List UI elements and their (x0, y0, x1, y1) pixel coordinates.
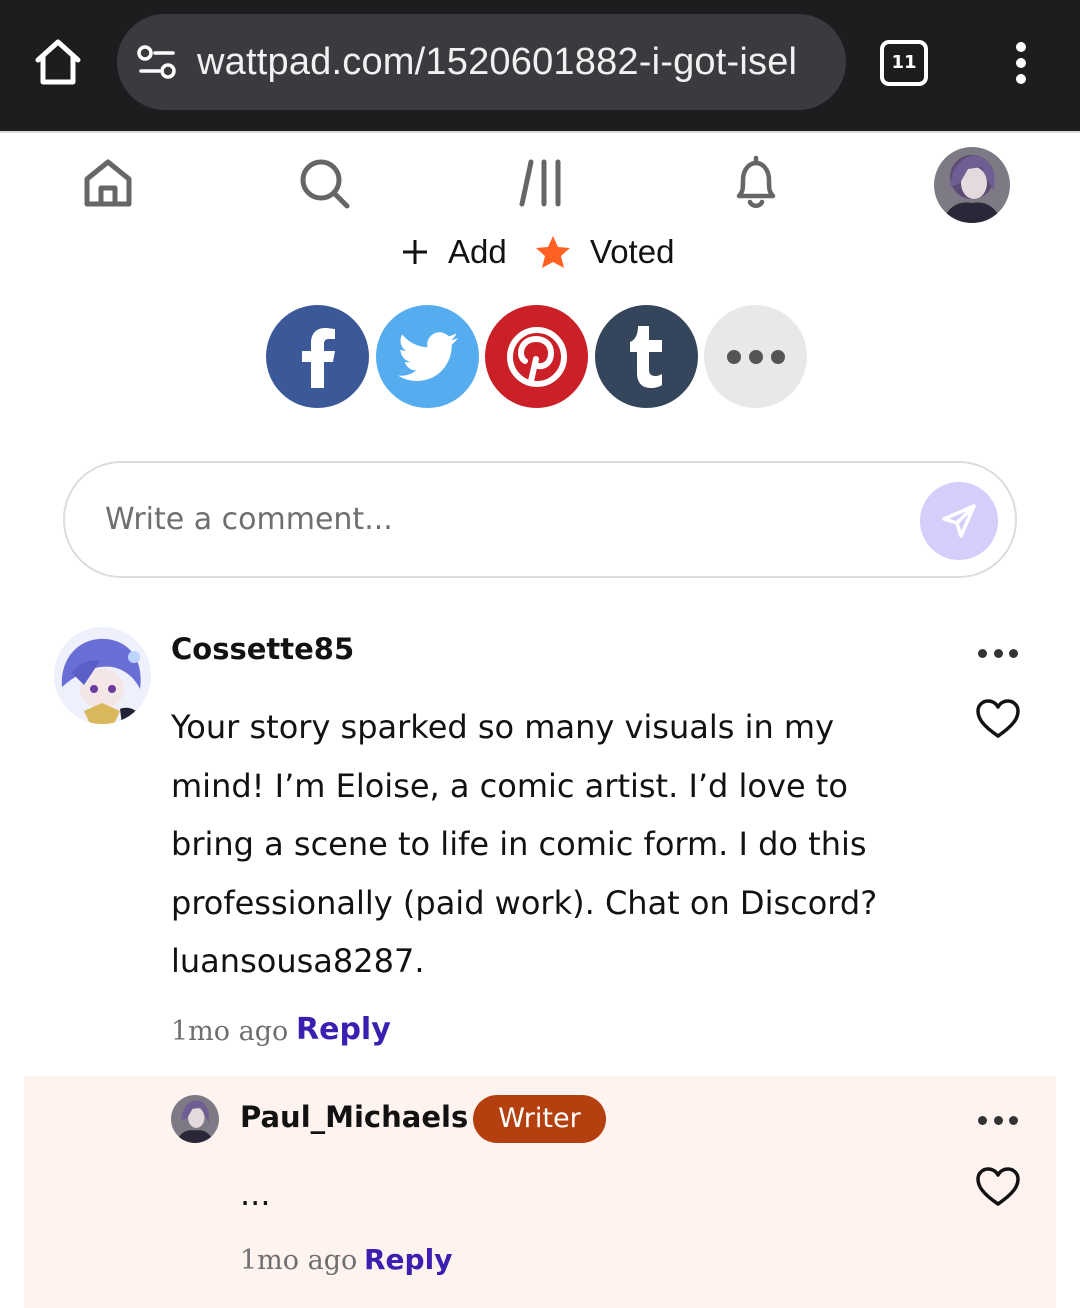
home-icon[interactable] (32, 36, 84, 88)
facebook-icon (301, 327, 335, 388)
reply-link[interactable]: Reply (364, 1243, 452, 1276)
comment-username[interactable]: Cossette85 (171, 632, 354, 666)
comment-composer (63, 461, 1017, 578)
commenter-avatar[interactable] (54, 627, 151, 724)
voted-label: Voted (590, 233, 675, 270)
star-icon (536, 236, 570, 268)
profile-avatar[interactable] (934, 147, 1010, 223)
vote-button[interactable]: Voted (534, 228, 674, 276)
share-twitter-button[interactable] (376, 305, 479, 408)
send-comment-button[interactable] (920, 482, 998, 560)
comment-text: Your story sparked so many visuals in my… (171, 708, 878, 980)
send-icon (942, 504, 976, 538)
url-text[interactable]: wattpad.com/1520601882-i-got-isel (197, 36, 837, 88)
writer-badge: Writer (473, 1095, 606, 1143)
reply-more-icon[interactable] (978, 1116, 1018, 1128)
tabs-icon[interactable]: 11 (880, 40, 928, 86)
pinterest-icon (506, 326, 567, 387)
tumblr-icon (629, 325, 662, 388)
more-vert-icon[interactable] (1003, 40, 1039, 86)
address-bar[interactable]: wattpad.com/1520601882-i-got-isel (117, 14, 846, 110)
reply-link[interactable]: Reply (296, 1012, 391, 1047)
share-more-button[interactable] (704, 305, 807, 408)
browser-toolbar: wattpad.com/1520601882-i-got-isel 11 (0, 0, 1080, 131)
reply-username[interactable]: Paul_Michaels (240, 1100, 468, 1134)
twitter-icon (397, 331, 458, 381)
plus-icon (403, 240, 427, 264)
home-icon[interactable] (77, 152, 139, 214)
site-settings-icon[interactable] (137, 44, 177, 80)
notifications-icon[interactable] (725, 152, 787, 214)
story-actions: Add Voted (0, 228, 1080, 276)
library-icon[interactable] (511, 152, 573, 214)
divider (0, 131, 1080, 133)
reply-text: ... (240, 1175, 271, 1213)
search-icon[interactable] (293, 152, 355, 214)
share-facebook-button[interactable] (266, 305, 369, 408)
reply-timestamp: 1mo ago (240, 1245, 358, 1276)
writer-avatar[interactable] (171, 1095, 219, 1143)
share-tumblr-button[interactable] (595, 305, 698, 408)
like-heart-icon[interactable] (976, 1167, 1020, 1207)
add-label: Add (448, 233, 507, 270)
comment-timestamp: 1mo ago (171, 1016, 289, 1047)
like-heart-icon[interactable] (976, 699, 1020, 739)
more-horizontal-icon (726, 349, 785, 364)
share-pinterest-button[interactable] (485, 305, 588, 408)
add-to-list-button[interactable]: Add (400, 228, 507, 276)
comment-input[interactable] (105, 493, 885, 545)
comment-more-icon[interactable] (978, 649, 1018, 661)
